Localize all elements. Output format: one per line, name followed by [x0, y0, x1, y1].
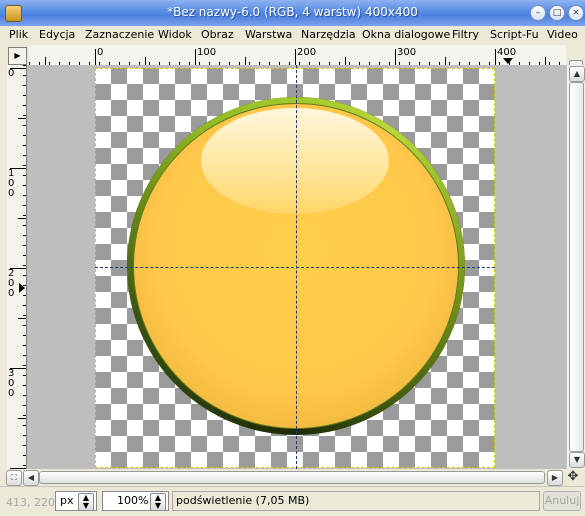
menu-view[interactable]: Widok: [158, 28, 192, 41]
arrow-up-icon[interactable]: ▲: [569, 66, 585, 82]
image-canvas[interactable]: [27, 65, 566, 469]
zoom-value: 100%: [117, 494, 149, 507]
ruler-label: 200: [297, 47, 317, 58]
menu-tools[interactable]: Narzędzia: [301, 28, 356, 41]
horizontal-guide[interactable]: [95, 267, 495, 268]
menu-video[interactable]: Video: [547, 28, 578, 41]
maximize-button[interactable]: □: [549, 5, 565, 21]
menu-image[interactable]: Obraz: [201, 28, 234, 41]
horizontal-scroll-thumb[interactable]: [39, 471, 545, 484]
arrow-right-icon[interactable]: ▶: [547, 470, 563, 486]
pointer-coordinates: 413, 220: [6, 496, 55, 509]
cancel-button[interactable]: Anuluj: [543, 491, 581, 511]
vertical-ruler[interactable]: 0 100 200 300: [7, 65, 27, 469]
ruler-label: 0: [8, 68, 15, 79]
zoom-to-fit-icon[interactable]: ⛶: [6, 470, 22, 486]
minimize-button[interactable]: –: [530, 5, 546, 21]
unit-value: px: [60, 494, 74, 507]
ruler-label: 300: [397, 47, 417, 58]
spin-arrows-icon[interactable]: ▲ ▼: [78, 493, 94, 511]
orb-highlight: [201, 108, 389, 214]
vertical-scroll-thumb[interactable]: [569, 82, 584, 452]
menu-edit[interactable]: Edycja: [39, 28, 75, 41]
spin-arrows-icon[interactable]: ▲ ▼: [150, 493, 166, 511]
unit-select[interactable]: px ▲ ▼: [55, 491, 97, 511]
status-bar: 413, 220 px ▲ ▼ 100% ▲ ▼ podświetlenie (7,…: [0, 486, 585, 516]
vertical-scrollbar[interactable]: ▲ ▼: [566, 65, 585, 469]
ruler-label: 300: [8, 368, 15, 399]
arrow-down-icon[interactable]: ▼: [569, 452, 585, 468]
ruler-label: 0: [97, 47, 104, 58]
pointer-marker-icon: [503, 58, 513, 64]
ruler-label: 200: [8, 268, 15, 299]
horizontal-scrollbar[interactable]: ⛶ ◀ ▶ ✥: [0, 469, 585, 486]
menu-script-fu[interactable]: Script-Fu: [490, 28, 539, 41]
horizontal-ruler[interactable]: 0 100 200 300 400: [29, 45, 566, 66]
menu-bar: Plik Edycja Zaznaczenie Widok Obraz Wars…: [0, 26, 585, 45]
menu-layer[interactable]: Warstwa: [245, 28, 292, 41]
ruler-label: 100: [197, 47, 217, 58]
quick-mask-icon[interactable]: ▶: [8, 47, 27, 65]
pointer-marker-icon: [19, 283, 25, 293]
title-bar: *Bez nazwy-6.0 (RGB, 4 warstw) 400x400 –…: [0, 0, 585, 26]
ruler-label: 100: [8, 168, 15, 199]
menu-filters[interactable]: Filtry: [452, 28, 479, 41]
status-message: podświetlenie (7,05 MB): [172, 491, 540, 511]
menu-dialogs[interactable]: Okna dialogowe: [362, 28, 450, 41]
close-button[interactable]: ×: [568, 5, 584, 21]
menu-select[interactable]: Zaznaczenie: [85, 28, 154, 41]
window-title: *Bez nazwy-6.0 (RGB, 4 warstw) 400x400: [167, 5, 418, 19]
navigation-cross-icon[interactable]: ✥: [566, 470, 580, 484]
ruler-label: 400: [497, 47, 517, 58]
arrow-left-icon[interactable]: ◀: [23, 470, 39, 486]
zoom-select[interactable]: 100% ▲ ▼: [102, 491, 169, 511]
menu-file[interactable]: Plik: [9, 28, 28, 41]
